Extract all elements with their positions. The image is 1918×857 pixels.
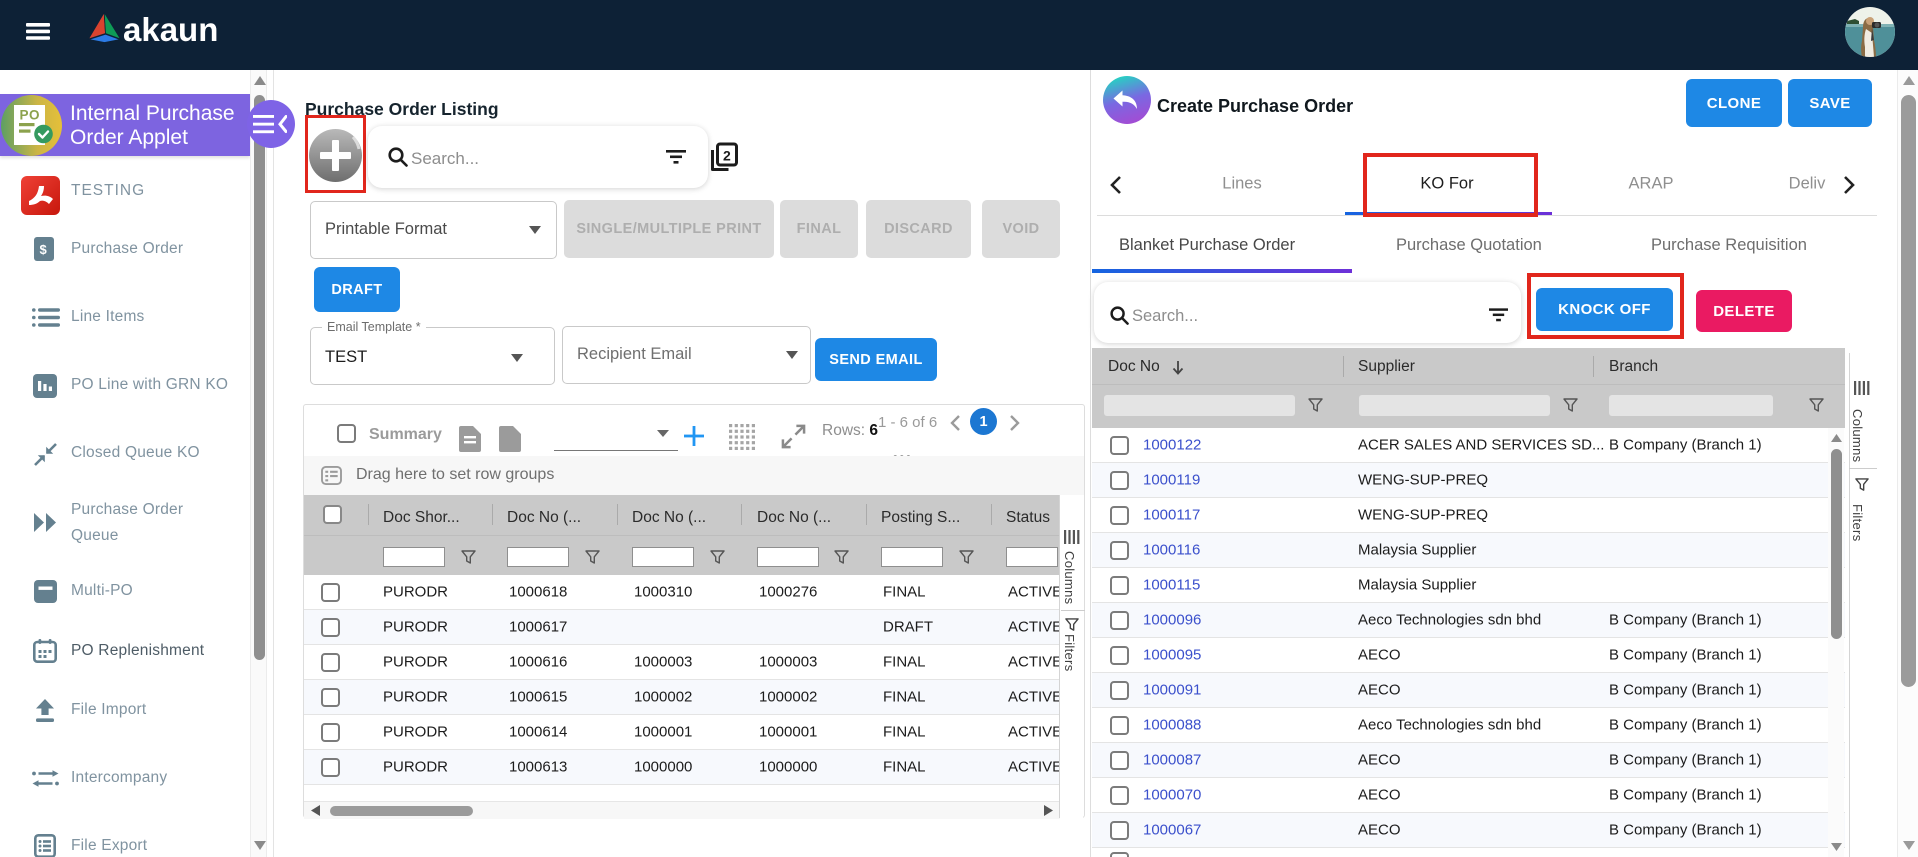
svg-text:$: $ (40, 242, 48, 257)
svg-text:2: 2 (723, 148, 731, 164)
svg-text:PO: PO (20, 108, 41, 123)
